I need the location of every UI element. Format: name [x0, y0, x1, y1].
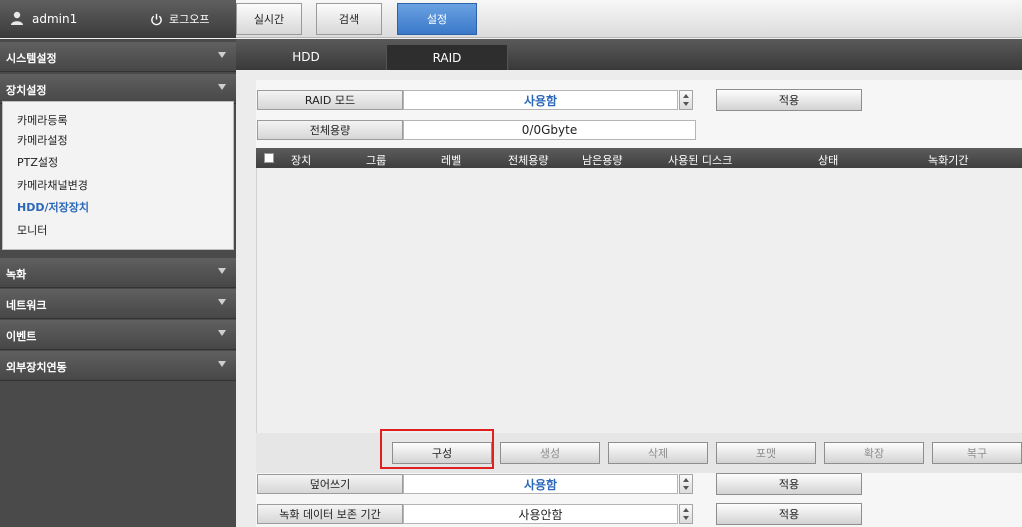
- spinner-up-icon: [683, 478, 689, 482]
- retention-spinner[interactable]: [679, 504, 693, 524]
- sidebar: 시스템설정 장치설정 카메라등록 카메라설정 PTZ설정 카메라채널변경 HDD…: [0, 39, 236, 527]
- overwrite-spinner[interactable]: [679, 474, 693, 494]
- caret-down-icon: [218, 84, 226, 90]
- sidebar-item-label: 녹화: [6, 268, 27, 281]
- subtab-raid[interactable]: RAID: [386, 44, 508, 70]
- sidebar-item-label: 장치설정: [6, 84, 47, 97]
- tab-live[interactable]: 실시간: [236, 3, 302, 35]
- spinner-down-icon: [683, 102, 689, 106]
- raid-mode-select[interactable]: 사용함: [403, 90, 678, 110]
- overwrite-apply-button[interactable]: 적용: [716, 473, 862, 495]
- user-name: admin1: [32, 12, 78, 26]
- subtab-hdd[interactable]: HDD: [266, 44, 346, 70]
- retention-select[interactable]: 사용안함: [403, 504, 678, 524]
- submenu-ptz-settings[interactable]: PTZ설정: [17, 154, 58, 170]
- column-header: 레벨: [441, 154, 462, 167]
- tab-settings[interactable]: 설정: [397, 3, 477, 35]
- overwrite-label: 덮어쓰기: [257, 474, 403, 494]
- column-header: 남은용량: [582, 154, 623, 167]
- raid-table-header: 장치 그룹 레벨 전체용량 남은용량 사용된 디스크 상태 녹화기간: [256, 148, 1022, 168]
- submenu-camera-settings[interactable]: 카메라설정: [17, 132, 68, 148]
- caret-down-icon: [218, 330, 226, 336]
- raid-mode-label: RAID 모드: [257, 90, 403, 110]
- raid-table-body: [256, 168, 1022, 433]
- total-capacity-label: 전체용량: [257, 120, 403, 140]
- submenu-monitor[interactable]: 모니터: [17, 222, 47, 238]
- column-header: 상태: [818, 154, 839, 167]
- logout-label: 로그오프: [169, 13, 210, 26]
- sidebar-item-label: 시스템설정: [6, 52, 57, 65]
- sidebar-item-label: 이벤트: [6, 330, 37, 343]
- create-button[interactable]: 생성: [500, 442, 600, 464]
- column-header: 녹화기간: [928, 154, 969, 167]
- recover-button[interactable]: 복구: [932, 442, 1022, 464]
- spinner-down-icon: [683, 516, 689, 520]
- sidebar-item-recording[interactable]: 녹화: [0, 258, 236, 288]
- retention-apply-button[interactable]: 적용: [716, 503, 862, 525]
- expand-button[interactable]: 확장: [824, 442, 924, 464]
- column-header: 장치: [291, 154, 312, 167]
- top-bar: admin1 로그오프 실시간 검색 설정: [0, 0, 1022, 38]
- configure-button[interactable]: 구성: [392, 442, 492, 464]
- column-header: 전체용량: [508, 154, 549, 167]
- power-icon: [151, 13, 162, 25]
- sidebar-item-label: 외부장치연동: [6, 361, 67, 374]
- tab-search[interactable]: 검색: [316, 3, 382, 35]
- total-capacity-value: 0/0Gbyte: [403, 120, 696, 140]
- sidebar-item-device-settings[interactable]: 장치설정: [0, 74, 236, 104]
- submenu-hdd-storage[interactable]: HDD/저장장치: [17, 199, 89, 215]
- spinner-up-icon: [683, 508, 689, 512]
- sidebar-item-event[interactable]: 이벤트: [0, 320, 236, 350]
- main-panel: HDD RAID RAID 모드 사용함 적용 전체용량 0/0Gbyte 장치…: [236, 39, 1022, 527]
- spinner-down-icon: [683, 486, 689, 490]
- retention-label: 녹화 데이터 보존 기간: [257, 504, 403, 524]
- sidebar-item-external-device[interactable]: 외부장치연동: [0, 351, 236, 381]
- caret-down-icon: [218, 52, 226, 58]
- delete-button[interactable]: 삭제: [608, 442, 708, 464]
- caret-down-icon: [218, 299, 226, 305]
- sidebar-item-label: 네트워크: [6, 299, 47, 312]
- raid-mode-apply-button[interactable]: 적용: [716, 89, 862, 111]
- overwrite-select[interactable]: 사용함: [403, 474, 678, 494]
- spinner-up-icon: [683, 94, 689, 98]
- submenu-camera-register[interactable]: 카메라등록: [17, 112, 68, 128]
- column-header: 그룹: [366, 154, 387, 167]
- user-area: admin1 로그오프: [0, 0, 236, 38]
- raid-mode-spinner[interactable]: [679, 90, 693, 110]
- submenu-camera-channel[interactable]: 카메라채널변경: [17, 177, 88, 193]
- device-submenu: 카메라등록 카메라설정 PTZ설정 카메라채널변경 HDD/저장장치 모니터: [2, 101, 234, 250]
- sidebar-item-system-settings[interactable]: 시스템설정: [0, 42, 236, 72]
- caret-down-icon: [218, 361, 226, 367]
- select-all-checkbox[interactable]: [264, 153, 274, 163]
- subtab-bar: HDD RAID: [236, 39, 1022, 70]
- user-icon: [11, 11, 23, 25]
- format-button[interactable]: 포맷: [716, 442, 816, 464]
- sidebar-item-network[interactable]: 네트워크: [0, 289, 236, 319]
- caret-down-icon: [218, 268, 226, 274]
- column-header: 사용된 디스크: [668, 154, 733, 167]
- logout-button[interactable]: 로그오프: [150, 10, 209, 28]
